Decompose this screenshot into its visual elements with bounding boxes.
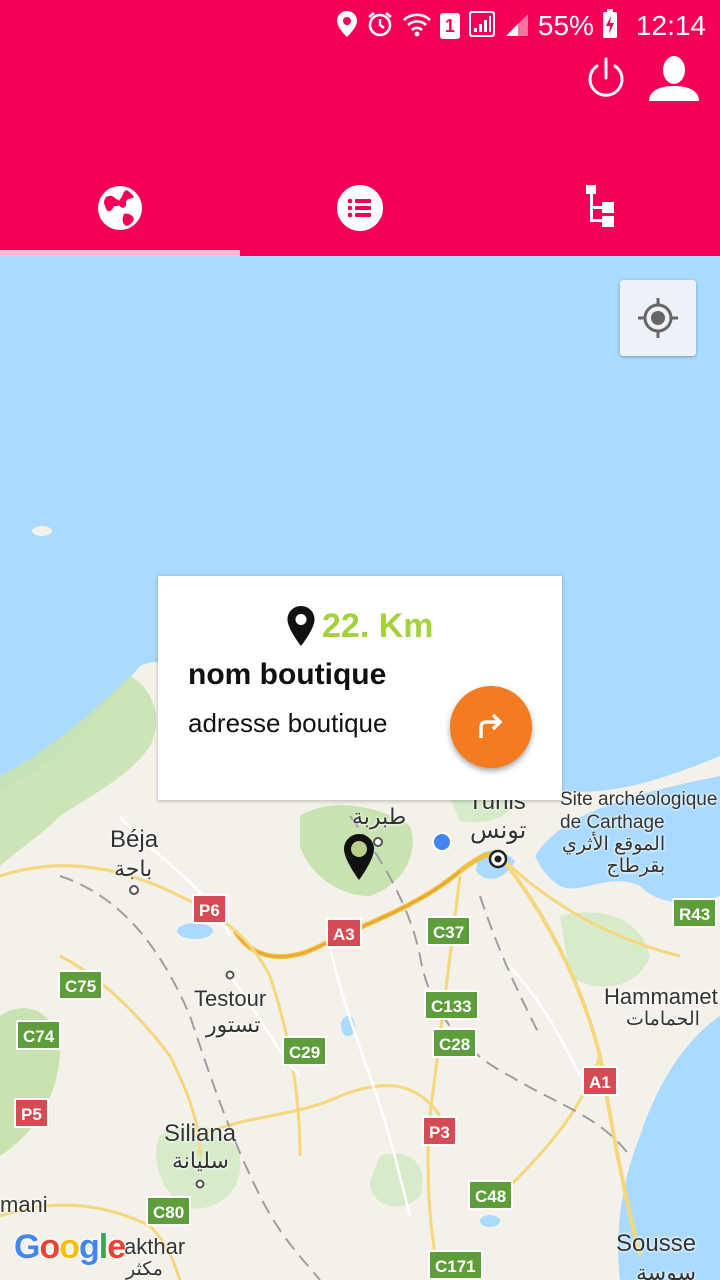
tab-bar (0, 160, 720, 256)
sim-icon: 1 (439, 13, 460, 39)
road-shield-c48: C48 (468, 1180, 514, 1210)
road-shield-c28: C28 (432, 1028, 478, 1058)
status-clock: 12:14 (635, 10, 706, 41)
alarm-icon (366, 10, 394, 43)
map-label-sousse: Sousse (616, 1230, 697, 1257)
map-label-siliana-ar: سليانة (172, 1148, 229, 1173)
tab-map[interactable] (0, 160, 240, 256)
tree-structure-icon (586, 185, 614, 227)
shop-name: nom boutique (188, 658, 387, 691)
road-shield-c29: C29 (282, 1036, 328, 1066)
crosshair-icon (638, 298, 678, 338)
power-icon (588, 57, 624, 97)
globe-icon (98, 186, 142, 230)
distance-text: 22. Km (322, 606, 434, 645)
map-label-tunis-ar: تونس (470, 817, 527, 844)
battery-percentage: 55% (537, 10, 594, 41)
app-header: 1 55% 12:14 (0, 0, 720, 256)
map-label-makthar: akthar (124, 1234, 186, 1259)
wifi-icon (402, 10, 432, 43)
signal-icon (468, 10, 496, 43)
map-label-carthage-ar: الموقع الأثري بقرطاج (562, 834, 666, 877)
tab-tree[interactable] (480, 160, 720, 256)
map-label-carthage: Site archéologique de Carthage (560, 789, 718, 833)
list-icon (337, 185, 383, 231)
shop-info-window[interactable]: 22. Km nom boutique adresse boutique (158, 576, 562, 800)
road-shield-p3: P3 (422, 1116, 457, 1146)
map-label-sousse-ar: سوسة (636, 1260, 697, 1280)
profile-button[interactable] (646, 50, 702, 106)
map-label-makthar-ar: مكثر (126, 1259, 163, 1280)
map-label-testour-ar: تستور (206, 1012, 261, 1037)
map-label-tabarka-ar: طبربة (352, 804, 407, 829)
signal-icon (504, 10, 530, 43)
map-label-hammamet: Hammamet (604, 984, 718, 1009)
map-pin-icon (344, 834, 374, 880)
road-shield-a1: A1 (582, 1066, 618, 1096)
turn-right-arrow-icon (479, 713, 503, 738)
google-logo: Google (14, 1228, 126, 1266)
map-label-testour: Testour (194, 986, 267, 1011)
map-label-hammamet-ar: الحمامات (626, 1009, 700, 1030)
tab-list[interactable] (240, 160, 480, 256)
road-shield-c37: C37 (426, 916, 472, 946)
distance-row: 22. Km (286, 604, 434, 648)
map-label-beja: Béja (110, 826, 159, 853)
location-pin-icon (287, 606, 315, 646)
battery-charging-icon (602, 8, 618, 44)
road-shield-c74: C74 (16, 1020, 62, 1050)
road-shield-a3: A3 (326, 918, 362, 948)
road-shield-r43: R43 (672, 898, 718, 928)
person-icon (649, 56, 699, 101)
road-shield-c80: C80 (146, 1196, 192, 1226)
road-shield-p6: P6 (192, 894, 227, 924)
map-label-beja-ar: باجة (114, 856, 153, 881)
status-bar: 1 55% 12:14 (0, 0, 720, 50)
map-label-mani: mani (0, 1192, 48, 1217)
directions-button[interactable] (450, 686, 532, 768)
map-label-siliana: Siliana (164, 1120, 237, 1147)
road-shield-c171: C171 (428, 1250, 483, 1280)
road-shield-c75: C75 (58, 970, 104, 1000)
my-location-button[interactable] (620, 280, 696, 356)
road-shield-c133: C133 (424, 990, 479, 1020)
shop-address: adresse boutique (188, 708, 388, 738)
power-button[interactable] (578, 50, 634, 106)
location-icon (336, 10, 358, 43)
road-shield-p5: P5 (14, 1098, 49, 1128)
